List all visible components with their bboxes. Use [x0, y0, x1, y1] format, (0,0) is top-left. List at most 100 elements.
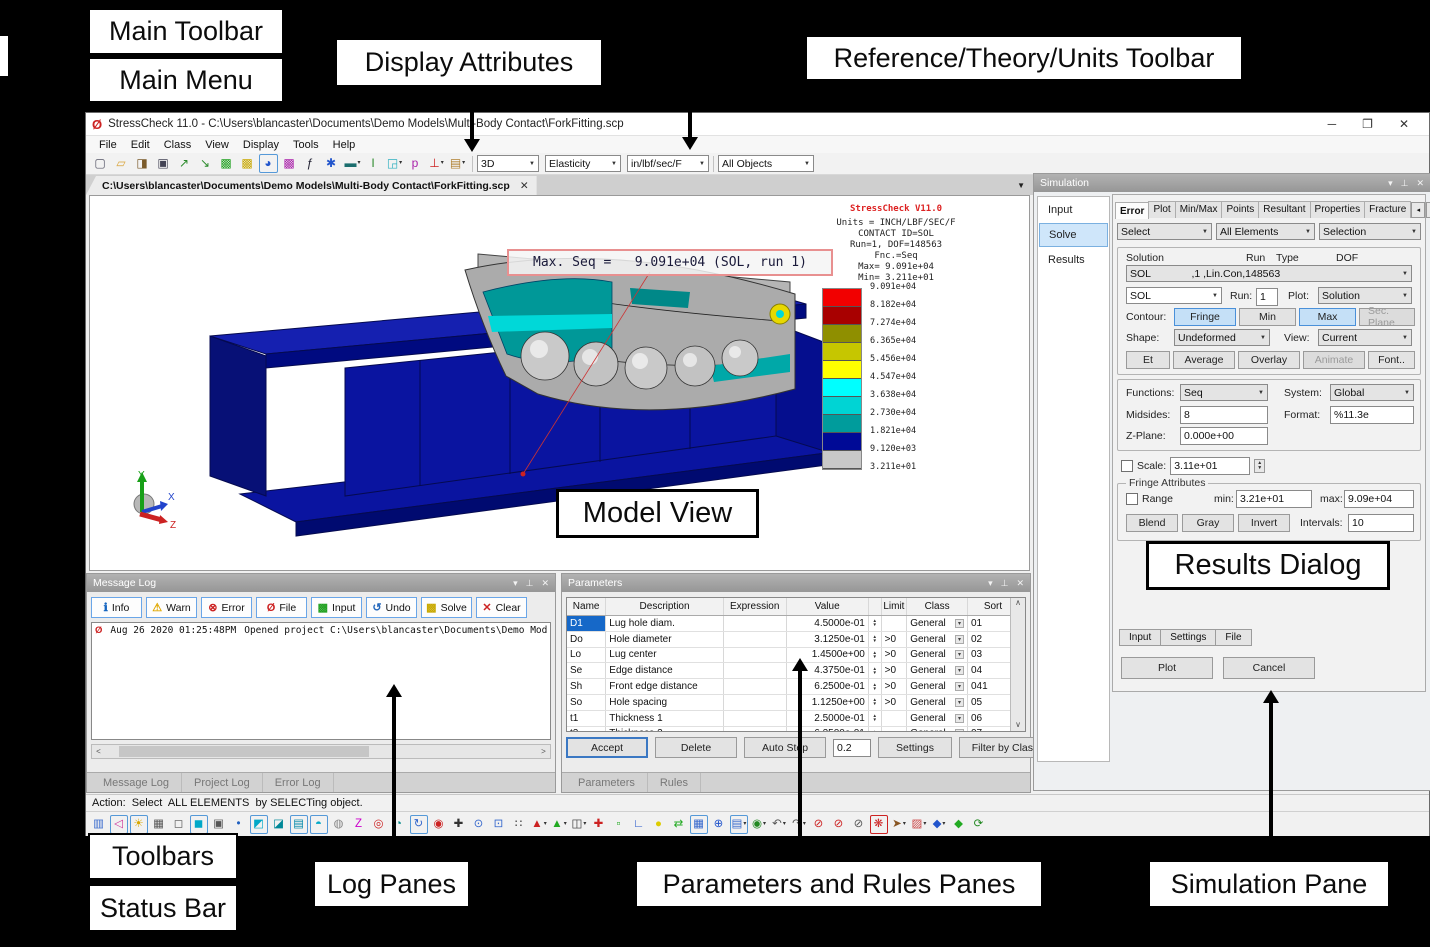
toolbar-icon[interactable]: ∟	[630, 815, 648, 834]
menu-item[interactable]: Tools	[286, 138, 326, 152]
toolbar-icon[interactable]: ⊘	[830, 815, 848, 834]
selection-combo[interactable]: Selection▼	[1319, 223, 1421, 240]
param-expression[interactable]	[724, 695, 787, 710]
log-entry[interactable]: Ø Aug 26 2020 01:25:48PM Opened project …	[92, 623, 550, 638]
parameter-row[interactable]: D1 Lug hole diam. 4.5000e-01 ▲▼ General▾…	[567, 616, 1025, 632]
toolbar-icon[interactable]: ▤▾	[448, 154, 467, 173]
dialog-tab[interactable]: Settings	[1160, 629, 1216, 646]
toolbar-icon[interactable]: p	[406, 154, 425, 173]
step-value-input[interactable]: 0.2	[833, 739, 871, 757]
sim-nav-item[interactable]: Results	[1039, 248, 1108, 272]
param-description[interactable]: Front edge distance	[606, 679, 724, 694]
param-name[interactable]: t2	[567, 727, 606, 732]
toolbar-icon[interactable]: ⊕	[710, 815, 728, 834]
table-vertical-scrollbar[interactable]: ∧ ∨	[1010, 598, 1025, 731]
solution-run-combo[interactable]: SOL ,1 ,Lin.Con,148563▼	[1126, 265, 1412, 282]
toolbar-icon[interactable]: ◕	[259, 154, 278, 173]
toolbar-icon[interactable]: ▨▾	[910, 815, 928, 834]
menu-item[interactable]: View	[198, 138, 236, 152]
fringe-min-input[interactable]: 3.21e+01	[1236, 490, 1312, 508]
log-tab[interactable]: Message Log	[91, 773, 182, 792]
pane-pin-icon[interactable]: ⊥	[526, 578, 534, 589]
toolbar-icon[interactable]: ▤▾	[730, 815, 748, 834]
param-name[interactable]: D1	[567, 616, 606, 631]
fringe-max-input[interactable]: 9.09e+04	[1344, 490, 1414, 508]
value-spinner[interactable]: ▲▼	[869, 711, 882, 726]
sim-nav-item[interactable]: Input	[1039, 198, 1108, 222]
toolbar-icon[interactable]: ◼	[190, 815, 208, 834]
intervals-input[interactable]: 10	[1348, 514, 1414, 532]
log-filter-button[interactable]: ℹ Info	[91, 597, 142, 618]
plot-button[interactable]: Plot	[1121, 657, 1213, 679]
param-expression[interactable]	[724, 632, 787, 647]
toolbar-icon[interactable]: ❋	[870, 815, 888, 834]
dialog-tab[interactable]: Input	[1119, 629, 1161, 646]
parameter-row[interactable]: Do Hole diameter 3.1250e-01 ▲▼ >0 Genera…	[567, 632, 1025, 648]
toolbar-icon[interactable]: ◉	[430, 815, 448, 834]
toolbar-icon[interactable]: ◫▾	[570, 815, 588, 834]
param-expression[interactable]	[724, 648, 787, 663]
param-value[interactable]: 3.1250e-01	[787, 632, 869, 647]
param-description[interactable]: Lug hole diam.	[606, 616, 724, 631]
results-tab[interactable]: Fracture	[1364, 201, 1411, 218]
toolbar-icon[interactable]: ◨	[133, 154, 152, 173]
toolbar-icon[interactable]: ⊙	[470, 815, 488, 834]
param-name[interactable]: So	[567, 695, 606, 710]
param-class-combo[interactable]: General▾	[907, 727, 968, 732]
toolbar-icon[interactable]: ▣	[154, 154, 173, 173]
log-filter-button[interactable]: ↺ Undo	[366, 597, 417, 618]
toolbar-icon[interactable]: ⊘	[850, 815, 868, 834]
tab-list-dropdown-icon[interactable]: ▼	[1017, 181, 1025, 190]
toolbar-icon[interactable]: ∷	[510, 815, 528, 834]
pane-collapse-icon[interactable]: ▾	[1388, 178, 1393, 189]
font-button[interactable]: Font..	[1368, 351, 1415, 369]
midsides-input[interactable]: 8	[1180, 406, 1268, 424]
invert-button[interactable]: Invert	[1238, 514, 1290, 532]
toolbar-icon[interactable]: ☀	[130, 815, 148, 834]
document-tab[interactable]: C:\Users\blancaster\Documents\Demo Model…	[86, 176, 537, 195]
log-tab[interactable]: Error Log	[263, 773, 334, 792]
value-spinner[interactable]: ▲▼	[869, 648, 882, 663]
toolbar-icon[interactable]: ▩	[238, 154, 257, 173]
value-spinner[interactable]: ▲▼	[869, 632, 882, 647]
gray-button[interactable]: Gray	[1182, 514, 1234, 532]
scroll-down-icon[interactable]: ∨	[1011, 720, 1025, 729]
toolbar-icon[interactable]: ▣	[210, 815, 228, 834]
param-expression[interactable]	[724, 663, 787, 678]
toolbar-icon[interactable]: ▢	[91, 154, 110, 173]
toolbar-icon[interactable]: ▦	[150, 815, 168, 834]
cancel-button[interactable]: Cancel	[1223, 657, 1315, 679]
toolbar-icon[interactable]: ↘	[196, 154, 215, 173]
toolbar-icon[interactable]: ▫	[610, 815, 628, 834]
objects-combo[interactable]: All Objects▼	[718, 155, 814, 172]
parameter-row[interactable]: t2 Thickness 2 6.2500e-01 ▲▼ General▾ 07	[567, 727, 1025, 732]
blend-button[interactable]: Blend	[1126, 514, 1178, 532]
param-value[interactable]: 4.5000e-01	[787, 616, 869, 631]
param-description[interactable]: Thickness 2	[606, 727, 724, 732]
close-button[interactable]: ✕	[1399, 117, 1409, 131]
units-combo[interactable]: in/lbf/sec/F▼	[627, 155, 709, 172]
menu-item[interactable]: Display	[236, 138, 286, 152]
param-name[interactable]: Sh	[567, 679, 606, 694]
param-expression[interactable]	[724, 616, 787, 631]
toolbar-icon[interactable]: ▱	[112, 154, 131, 173]
toolbar-icon[interactable]: ✚	[590, 815, 608, 834]
toolbar-icon[interactable]: ⊡	[490, 815, 508, 834]
plot-combo[interactable]: Solution▼	[1318, 287, 1412, 304]
parameter-row[interactable]: So Hole spacing 1.1250e+00 ▲▼ >0 General…	[567, 695, 1025, 711]
fringe-button[interactable]: Fringe	[1174, 308, 1236, 326]
sol-combo[interactable]: SOL▼	[1126, 287, 1222, 304]
overlay-button[interactable]: Overlay	[1238, 351, 1300, 369]
tab-scroll-left-icon[interactable]: ◂	[1411, 202, 1425, 218]
toolbar-icon[interactable]: ◪	[270, 815, 288, 834]
toolbar-icon[interactable]: ✚	[450, 815, 468, 834]
pane-close-icon[interactable]: ✕	[1416, 178, 1424, 189]
toolbar-icon[interactable]: ◩	[250, 815, 268, 834]
toolbar-icon[interactable]: ⊘	[810, 815, 828, 834]
pane-close-icon[interactable]: ✕	[541, 578, 549, 589]
functions-combo[interactable]: Seq▼	[1180, 384, 1268, 401]
value-spinner[interactable]: ▲▼	[869, 727, 882, 732]
param-class-combo[interactable]: General▾	[907, 648, 968, 663]
range-checkbox[interactable]	[1126, 493, 1138, 505]
toolbar-icon[interactable]: ✱	[322, 154, 341, 173]
